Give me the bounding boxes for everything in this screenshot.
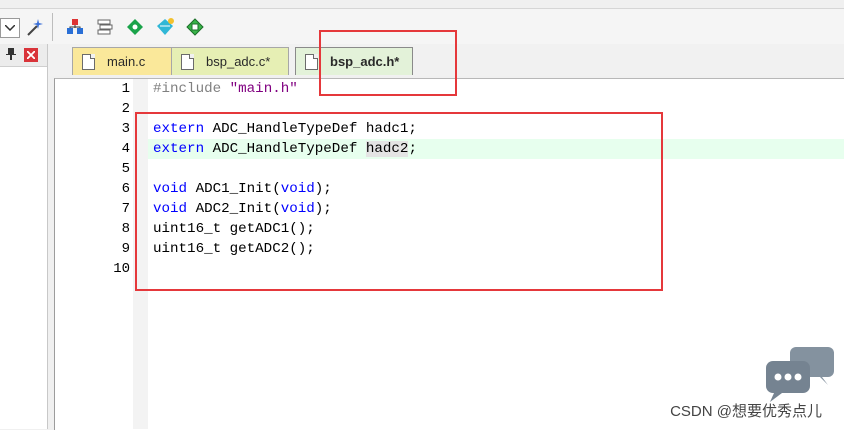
- line-number: 4: [121, 141, 130, 157]
- close-icon[interactable]: [24, 48, 38, 62]
- main-toolbar-strip: [0, 0, 844, 9]
- preprocessor-directive: #include: [153, 81, 222, 97]
- annotation-box-code: [135, 112, 663, 291]
- line-number: 6: [121, 181, 130, 197]
- line-number: 3: [121, 121, 130, 137]
- line-number: 7: [121, 201, 130, 217]
- project-panel: [0, 44, 48, 429]
- project-panel-header: [0, 44, 47, 67]
- tab-label: bsp_adc.c*: [206, 54, 271, 69]
- line-number: 5: [121, 161, 130, 177]
- line-number: 2: [121, 101, 130, 117]
- run-time-environment-icon[interactable]: [184, 16, 206, 38]
- pin-icon[interactable]: [5, 47, 17, 64]
- tab-bsp-adc-c[interactable]: bsp_adc.c*: [171, 47, 289, 75]
- magic-wand-icon[interactable]: [24, 16, 46, 38]
- tab-main-c[interactable]: main.c: [72, 47, 172, 75]
- line-number: 10: [113, 261, 130, 277]
- pack-installer-icon[interactable]: [124, 16, 146, 38]
- line-number: 1: [121, 81, 130, 97]
- code-line-1[interactable]: #include "main.h": [153, 79, 298, 99]
- annotation-box-tab: [319, 30, 457, 96]
- include-string: "main.h": [229, 81, 298, 97]
- file-icon: [305, 53, 318, 70]
- chat-bubble-icon: [764, 345, 836, 403]
- line-number: 8: [121, 221, 130, 237]
- line-number: 9: [121, 241, 130, 257]
- dropdown-chevron-icon[interactable]: [0, 18, 20, 38]
- select-pack-icon[interactable]: [154, 16, 176, 38]
- build-target-icon[interactable]: [64, 16, 86, 38]
- file-icon: [181, 53, 194, 70]
- watermark-text: CSDN @想要优秀点儿: [670, 403, 822, 420]
- tab-label: main.c: [107, 54, 146, 69]
- file-icon: [82, 53, 95, 70]
- manage-components-icon[interactable]: [94, 16, 116, 38]
